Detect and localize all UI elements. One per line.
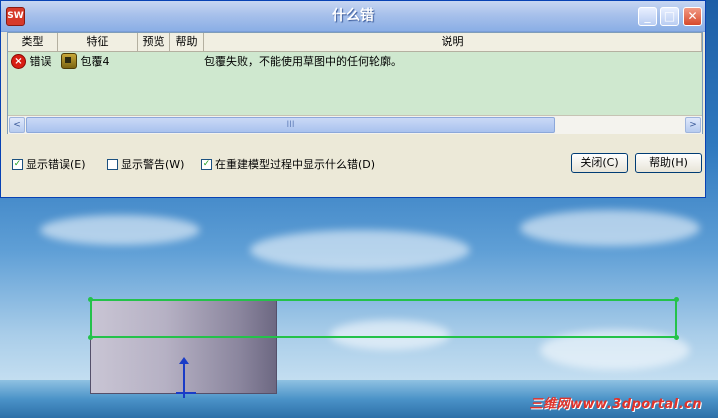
title-bar[interactable]: SW 什么错 _ □ ✕ (1, 1, 705, 32)
column-type[interactable]: 类型 (8, 33, 58, 51)
cloud (520, 210, 700, 246)
row-type-label: 错误 (29, 55, 52, 68)
window-title: 什么错 (332, 8, 374, 24)
column-preview[interactable]: 预览 (138, 33, 170, 51)
help-button[interactable]: 帮助(H) (635, 153, 702, 173)
list-header: 类型 特征 预览 帮助 说明 (8, 33, 702, 52)
checkbox-checked[interactable]: ✓ (12, 158, 23, 170)
show-during-rebuild-label: 在重建模型过程中显示什么错(D) (215, 158, 376, 171)
row-description: 包覆失败，不能使用草图中的任何轮廓。 (204, 55, 402, 68)
sketch-rectangle[interactable] (90, 299, 677, 338)
scroll-right-button[interactable]: > (685, 117, 701, 133)
column-description[interactable]: 说明 (204, 33, 702, 51)
watermark: 三维网www.3dportal.cn (529, 397, 702, 412)
row-feature: 包覆4 (61, 52, 110, 72)
error-list[interactable]: 类型 特征 预览 帮助 说明 × 错误 包覆4 包覆失败，不能使用草图中的任何轮… (7, 32, 703, 134)
sketch-point[interactable] (674, 335, 679, 340)
row-feature-label: 包覆4 (80, 55, 110, 68)
cloud (250, 230, 470, 270)
checkbox-checked[interactable]: ✓ (201, 158, 212, 170)
sketch-point[interactable] (88, 297, 93, 302)
sketch-point[interactable] (674, 297, 679, 302)
column-feature[interactable]: 特征 (58, 33, 138, 51)
column-help[interactable]: 帮助 (170, 33, 204, 51)
row-type: × 错误 (11, 52, 52, 72)
show-warnings-checkbox[interactable]: 显示警告(W) (107, 158, 184, 172)
list-item[interactable]: × 错误 包覆4 包覆失败，不能使用草图中的任何轮廓。 (8, 52, 702, 72)
error-icon: × (11, 53, 26, 69)
show-during-rebuild-checkbox[interactable]: ✓ 在重建模型过程中显示什么错(D) (201, 158, 375, 172)
scroll-thumb[interactable]: III (26, 117, 555, 133)
close-button[interactable]: 关闭(C) (571, 153, 628, 173)
horizontal-scrollbar[interactable]: < III > (8, 115, 702, 134)
axis-x (176, 392, 196, 394)
minimize-icon: _ (644, 9, 651, 23)
close-window-button[interactable]: ✕ (683, 7, 702, 26)
show-warnings-label: 显示警告(W) (121, 158, 185, 171)
sketch-point[interactable] (88, 335, 93, 340)
show-errors-checkbox[interactable]: ✓ 显示错误(E) (12, 158, 86, 172)
close-icon: ✕ (687, 9, 698, 23)
scroll-left-button[interactable]: < (9, 117, 25, 133)
cloud (40, 215, 200, 245)
maximize-button[interactable]: □ (660, 7, 679, 26)
minimize-button[interactable]: _ (638, 7, 657, 26)
maximize-icon: □ (663, 9, 676, 23)
checkbox-unchecked[interactable] (107, 158, 118, 170)
whats-wrong-dialog: SW 什么错 _ □ ✕ 类型 特征 预览 帮助 说明 × 错误 包覆4 包覆失… (0, 0, 706, 198)
wrap-feature-icon (61, 53, 77, 69)
show-errors-label: 显示错误(E) (26, 158, 86, 171)
